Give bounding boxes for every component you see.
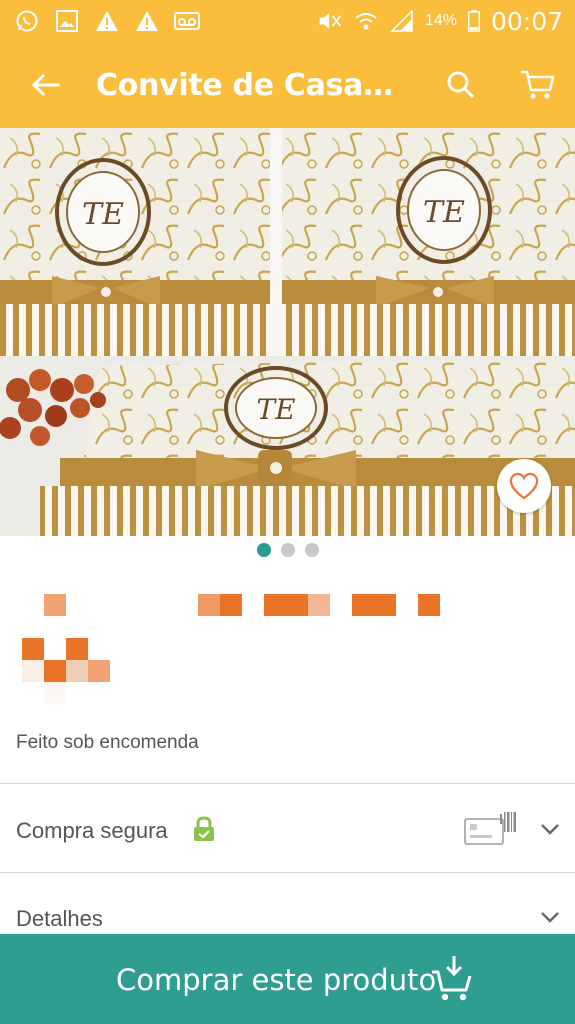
chevron-down-icon[interactable] xyxy=(540,822,560,836)
voicemail-icon xyxy=(174,9,200,33)
heart-icon xyxy=(509,472,539,500)
app-bar: Convite de Casamen… xyxy=(0,42,575,128)
chevron-down-icon[interactable] xyxy=(540,910,560,924)
signal-icon xyxy=(389,9,415,33)
clock: 00:07 xyxy=(490,6,563,36)
battery-icon xyxy=(467,9,481,33)
back-arrow-icon xyxy=(31,73,60,97)
cart-icon xyxy=(521,70,555,99)
battery-percent: 14% xyxy=(424,12,457,29)
whatsapp-icon xyxy=(14,9,40,33)
page-title: Convite de Casamen… xyxy=(96,68,416,103)
made-to-order-label: Feito sob encomenda xyxy=(16,732,199,753)
product-image[interactable]: TE TE TE xyxy=(0,128,575,536)
svg-text:TE: TE xyxy=(423,195,465,230)
wifi-icon xyxy=(353,9,379,33)
search-icon xyxy=(447,71,475,99)
lock-icon xyxy=(194,816,214,841)
status-bar: 14% 00:07 xyxy=(0,0,575,42)
favorite-button[interactable] xyxy=(497,459,551,513)
details-label: Detalhes xyxy=(16,906,103,931)
monogram-left: TE xyxy=(55,158,151,266)
svg-text:TE: TE xyxy=(256,393,295,426)
back-button[interactable] xyxy=(24,64,66,106)
pager-dot-1[interactable] xyxy=(256,543,271,557)
search-button[interactable] xyxy=(440,64,482,106)
svg-text:TE: TE xyxy=(82,197,124,232)
secure-purchase-label: Compra segura xyxy=(16,818,168,843)
mute-icon xyxy=(317,9,343,33)
cart-button[interactable] xyxy=(514,64,560,106)
add-to-cart-icon xyxy=(432,956,472,1001)
buy-product-label: Comprar este produto xyxy=(116,963,437,997)
warning-icon xyxy=(134,9,160,33)
image-pager xyxy=(0,543,575,559)
warning-icon xyxy=(94,9,120,33)
buy-product-button[interactable]: Comprar este produto xyxy=(0,934,575,1024)
pager-dot-2[interactable] xyxy=(280,543,295,557)
monogram-right: TE xyxy=(396,156,492,264)
card-payment-icon xyxy=(464,812,516,845)
image-icon xyxy=(54,9,80,33)
pager-dot-3[interactable] xyxy=(304,543,319,557)
monogram-front: TE xyxy=(224,366,328,450)
